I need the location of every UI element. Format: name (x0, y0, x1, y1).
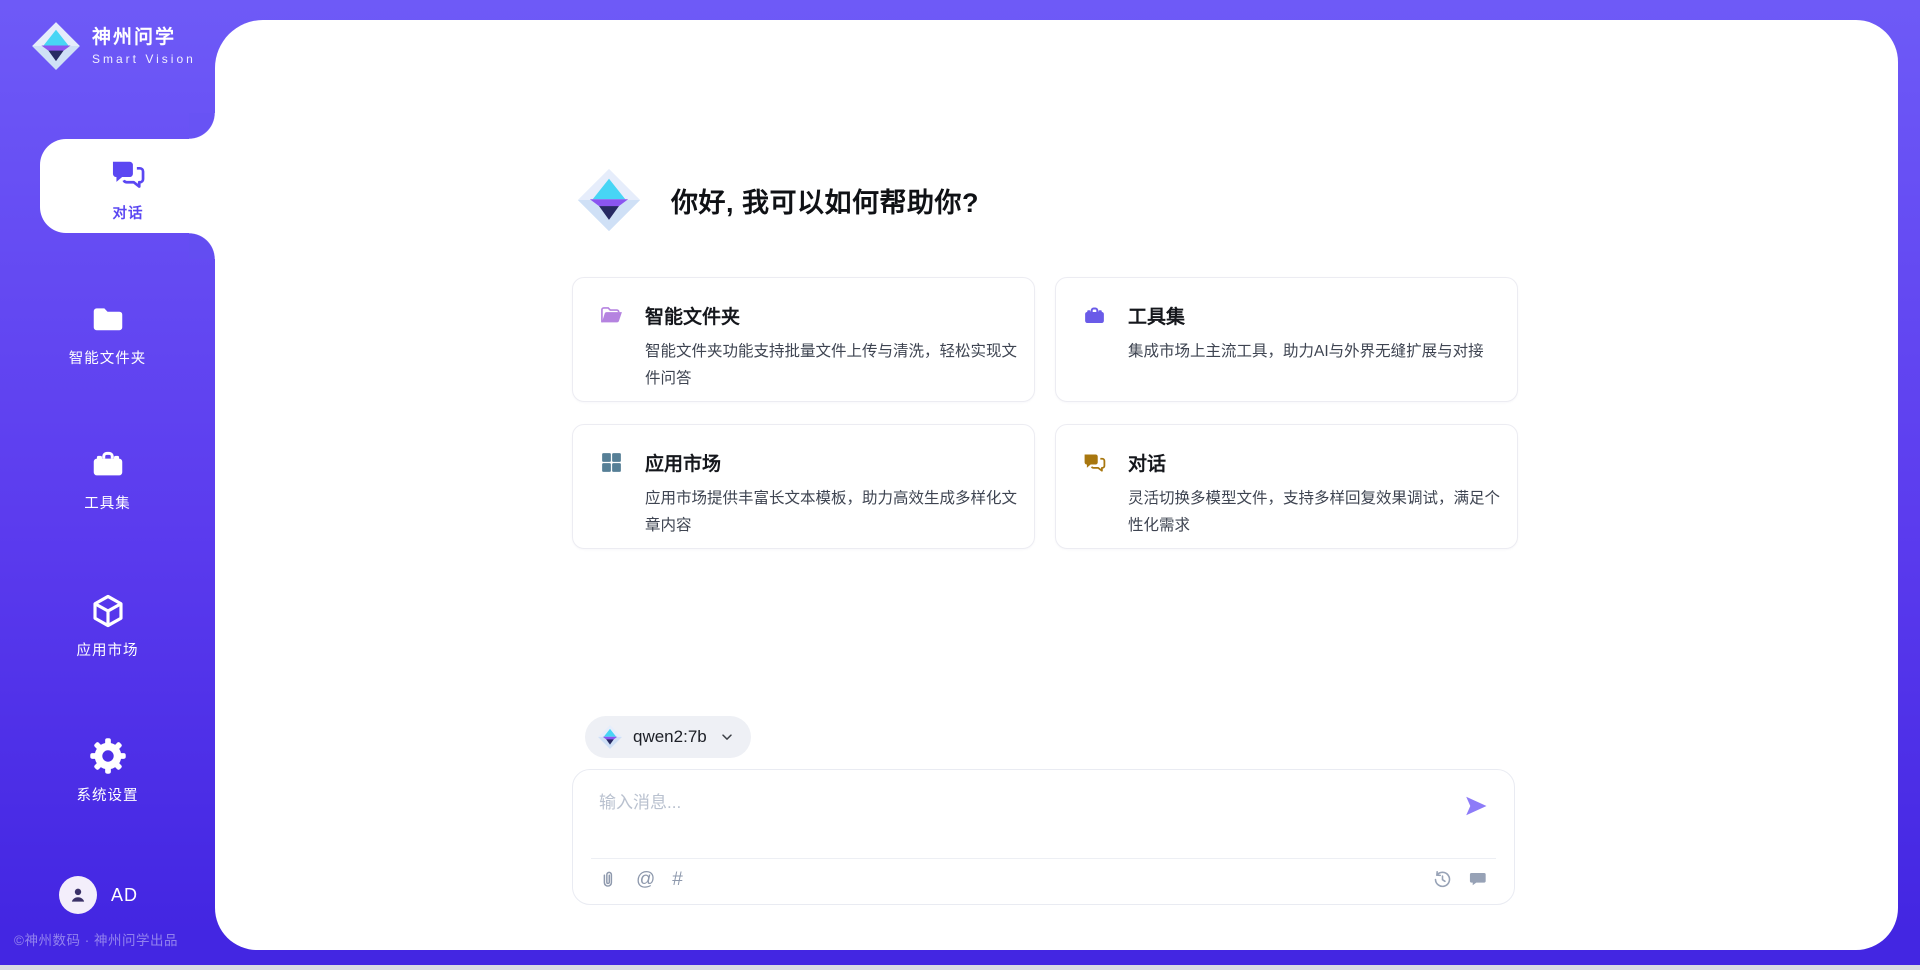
message-composer: @ # (572, 769, 1515, 905)
sidebar-item-label: 系统设置 (77, 784, 139, 805)
chevron-down-icon (719, 729, 735, 745)
user-initials: AD (111, 885, 138, 906)
brand-subtitle: Smart Vision (92, 52, 196, 66)
sidebar-item-label: 应用市场 (77, 639, 139, 660)
card-description: 应用市场提供丰富长文本模板，助力高效生成多样化文章内容 (645, 485, 1017, 539)
blocks-icon (599, 450, 624, 475)
sidebar-item-label: 对话 (113, 202, 144, 223)
at-icon[interactable]: @ (636, 869, 655, 890)
brand: 神州问学 Smart Vision (30, 20, 196, 72)
copyright-text: ©神州数码 · 神州问学出品 (14, 929, 178, 949)
greeting-gem-icon (575, 166, 643, 234)
composer-divider (591, 858, 1496, 859)
greeting-text: 你好, 我可以如何帮助你? (671, 181, 979, 220)
chat-icon (109, 155, 147, 193)
user-account[interactable]: AD (59, 876, 138, 914)
card-title: 对话 (1128, 449, 1500, 476)
avatar (59, 876, 97, 914)
card-smart-folder[interactable]: 智能文件夹 智能文件夹功能支持批量文件上传与清洗，轻松实现文件问答 (572, 277, 1035, 402)
card-description: 灵活切换多模型文件，支持多样回复效果调试，满足个性化需求 (1128, 485, 1500, 539)
card-description: 智能文件夹功能支持批量文件上传与清洗，轻松实现文件问答 (645, 338, 1017, 392)
folder-open-icon (599, 303, 624, 328)
history-icon[interactable] (1432, 869, 1453, 890)
model-name: qwen2:7b (633, 727, 707, 747)
card-chat[interactable]: 对话 灵活切换多模型文件，支持多样回复效果调试，满足个性化需求 (1055, 424, 1518, 549)
main-content: 你好, 我可以如何帮助你? 智能文件夹 智能文件夹功能支持批量文件上传与清洗，轻… (215, 20, 1898, 950)
message-input[interactable] (599, 788, 1439, 846)
sidebar-item-smart-folder[interactable]: 智能文件夹 (0, 284, 215, 378)
model-gem-icon (597, 724, 623, 750)
sidebar-item-toolset[interactable]: 工具集 (0, 429, 215, 523)
card-description: 集成市场上主流工具，助力AI与外界无缝扩展与对接 (1128, 338, 1500, 365)
message-icon[interactable] (1468, 869, 1489, 890)
card-title: 工具集 (1128, 302, 1500, 329)
card-title: 智能文件夹 (645, 302, 1017, 329)
brand-logo-gem-icon (30, 20, 82, 72)
sidebar-item-label: 智能文件夹 (69, 347, 147, 368)
paperclip-icon[interactable] (598, 869, 619, 890)
sidebar-item-chat[interactable]: 对话 (40, 139, 216, 233)
active-tab-top-fillet (189, 113, 215, 139)
active-tab-bottom-fillet (189, 233, 215, 259)
chat-icon (1082, 450, 1107, 475)
toolbox-icon (1082, 303, 1107, 328)
person-icon (67, 884, 89, 906)
card-title: 应用市场 (645, 449, 1017, 476)
toolbox-icon (89, 445, 127, 483)
sidebar-item-settings[interactable]: 系统设置 (0, 721, 215, 815)
feature-cards: 智能文件夹 智能文件夹功能支持批量文件上传与清洗，轻松实现文件问答 工具集 集成… (572, 277, 1518, 549)
folder-icon (89, 300, 127, 338)
model-selector[interactable]: qwen2:7b (585, 716, 751, 758)
card-toolset[interactable]: 工具集 集成市场上主流工具，助力AI与外界无缝扩展与对接 (1055, 277, 1518, 402)
brand-name: 神州问学 (92, 26, 196, 50)
cube-icon (89, 592, 127, 630)
bottom-strip (0, 965, 1920, 970)
gear-icon (89, 737, 127, 775)
greeting: 你好, 我可以如何帮助你? (575, 166, 979, 234)
sidebar-item-app-market[interactable]: 应用市场 (0, 576, 215, 670)
card-app-market[interactable]: 应用市场 应用市场提供丰富长文本模板，助力高效生成多样化文章内容 (572, 424, 1035, 549)
send-icon[interactable] (1462, 792, 1490, 820)
sidebar-item-label: 工具集 (84, 492, 131, 513)
hash-icon[interactable]: # (672, 869, 683, 890)
